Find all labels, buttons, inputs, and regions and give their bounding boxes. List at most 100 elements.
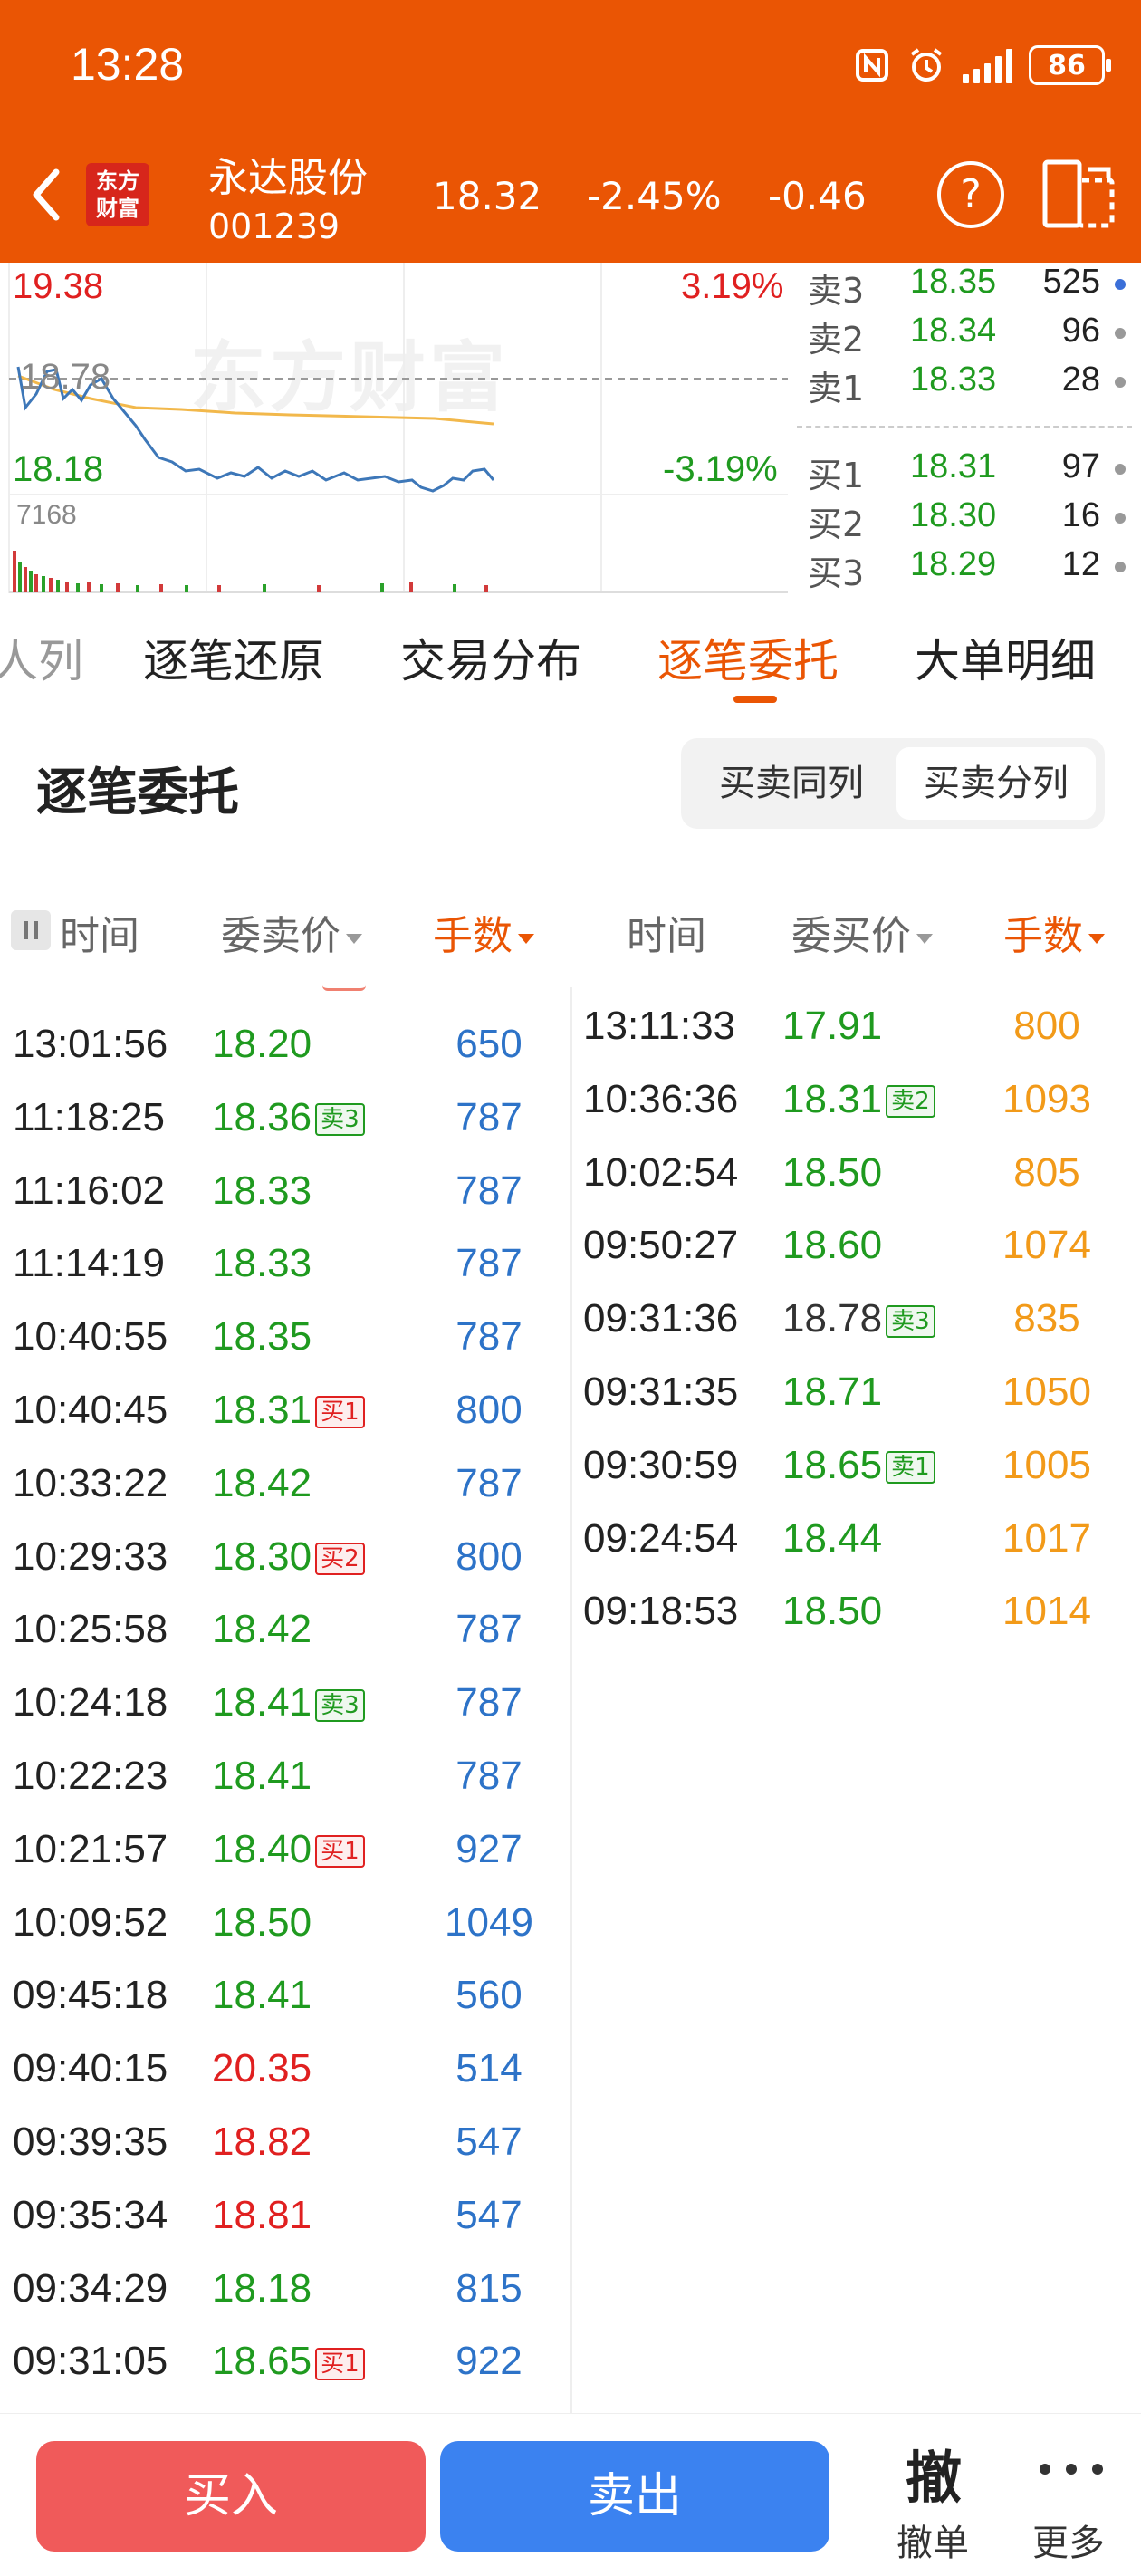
buy-qty-header[interactable]: 手数 (1003, 903, 1105, 961)
signal-icon (963, 47, 1012, 83)
order-time: 09:31:36 (583, 1296, 739, 1341)
sort-down-icon (1088, 933, 1105, 944)
order-row[interactable]: 10:24:18 18.41 卖3 787 (13, 1680, 574, 1753)
help-button[interactable]: ? (937, 161, 1004, 228)
pause-icon[interactable] (11, 910, 51, 950)
order-price-value: 18.71 (782, 1370, 883, 1414)
split-column-button[interactable]: 买卖分列 (896, 747, 1096, 820)
ask-row-1[interactable]: 卖1 18.33 28 (797, 360, 1136, 409)
ask-volume: 525 (1042, 263, 1100, 301)
chart-low-price: 18.18 (13, 449, 104, 489)
sell-button[interactable]: 卖出 (440, 2441, 829, 2552)
volume-dot-icon (1115, 279, 1126, 290)
order-row[interactable]: 10:40:45 18.31 买1 800 (13, 1388, 574, 1460)
more-label[interactable]: 更多 (1032, 2514, 1105, 2566)
order-qty: 815 (455, 2265, 523, 2311)
order-row[interactable]: 09:39:35 18.82 547 (13, 2119, 574, 2192)
order-row[interactable]: 10:36:36 18.31 卖2 1093 (583, 1077, 1141, 1149)
tab-tick-orders[interactable]: 逐笔委托 (657, 625, 839, 690)
order-price-value: 18.41 (212, 1680, 312, 1725)
buy-price-header[interactable]: 委买价 (791, 903, 933, 961)
order-row[interactable]: 09:24:54 18.44 1017 (583, 1516, 1141, 1589)
order-row[interactable]: 09:50:27 18.60 1074 (583, 1223, 1141, 1295)
order-time: 11:14:19 (13, 1241, 166, 1286)
order-price: 18.20 (212, 1022, 312, 1067)
order-row[interactable]: 11:14:19 18.33 787 (13, 1241, 574, 1313)
order-row[interactable]: 11:16:02 18.33 787 (13, 1168, 574, 1241)
order-qty: 787 (455, 1680, 523, 1725)
order-price: 17.91 (782, 1004, 882, 1049)
order-row[interactable]: 10:22:23 18.41 787 (13, 1754, 574, 1826)
brand-logo: 东方 财富 (86, 163, 149, 226)
order-row[interactable]: 09:45:18 18.41 560 (13, 1973, 574, 2045)
order-row[interactable]: 09:40:15 20.35 514 (13, 2046, 574, 2119)
order-book[interactable]: 卖3 18.35 525 卖2 18.34 96 卖1 18.33 28 买1 … (788, 263, 1141, 593)
bid-label: 买3 (808, 553, 865, 593)
bid-row-3[interactable]: 买3 18.29 12 (797, 545, 1136, 593)
order-row[interactable]: 09:30:59 18.65 卖1 1005 (583, 1443, 1141, 1515)
tab-tick-restore[interactable]: 逐笔还原 (143, 625, 324, 690)
order-row[interactable]: 10:21:57 18.40 买1 927 (13, 1827, 574, 1899)
order-time: 10:40:55 (13, 1314, 168, 1360)
order-row[interactable]: 09:34:29 18.18 815 (13, 2266, 574, 2339)
volume-dot-icon (1115, 464, 1126, 475)
ask-row-3[interactable]: 卖3 18.35 525 (797, 263, 1136, 311)
tab-large-orders[interactable]: 大单明细 (915, 625, 1096, 690)
volume-dot-icon (1115, 377, 1126, 388)
sell-price-header[interactable]: 委卖价 (221, 903, 362, 961)
order-price: 18.65 卖1 (782, 1443, 935, 1488)
status-icons: 86 (854, 45, 1111, 85)
order-row[interactable]: 09:31:36 18.78 卖3 835 (583, 1296, 1141, 1369)
bid-row-2[interactable]: 买2 18.30 16 (797, 496, 1136, 544)
ask-row-2[interactable]: 卖2 18.34 96 (797, 312, 1136, 360)
same-column-button[interactable]: 买卖同列 (692, 747, 891, 820)
tab-partial[interactable]: 人列 (0, 625, 83, 690)
order-price-value: 18.18 (212, 2265, 312, 2311)
ask-volume: 28 (1061, 360, 1100, 399)
order-time: 09:50:27 (583, 1223, 739, 1268)
nfc-icon (856, 49, 888, 82)
order-price: 18.33 (212, 1241, 312, 1286)
sell-qty-header[interactable]: 手数 (433, 903, 534, 961)
order-row[interactable]: 13:01:56 18.20 650 (13, 1022, 574, 1094)
order-row[interactable]: 13:11:33 17.91 800 (583, 1004, 1141, 1076)
order-row[interactable]: 10:09:52 18.50 1049 (13, 1900, 574, 1973)
stock-name[interactable]: 永达股份 (208, 145, 368, 203)
order-price: 18.18 (212, 2266, 312, 2312)
order-row[interactable]: 10:33:22 18.42 787 (13, 1461, 574, 1533)
bid-row-1[interactable]: 买1 18.31 97 (797, 447, 1136, 495)
intraday-chart[interactable]: 东方财富 19.38 3.19% 18.78 18.18 -3.19% 7168 (0, 263, 788, 593)
ask-price: 18.35 (910, 263, 997, 301)
order-row[interactable]: 09:31:05 18.65 买1 922 (13, 2339, 574, 2411)
order-time: 10:02:54 (583, 1149, 739, 1195)
order-time: 10:36:36 (583, 1076, 739, 1121)
order-price: 18.42 (212, 1607, 312, 1652)
order-row[interactable]: 09:31:35 18.71 1050 (583, 1370, 1141, 1442)
order-time: 10:22:23 (13, 1754, 168, 1798)
order-price: 18.82 (212, 2119, 312, 2165)
order-row[interactable]: 09:18:53 18.50 1014 (583, 1589, 1141, 1661)
header-bar: 13:28 86 东方 财富 永达股份 001239 18.32 -2.45% … (0, 0, 1141, 263)
stock-code: 001239 (208, 207, 340, 246)
order-row[interactable]: 10:29:33 18.30 买2 800 (13, 1534, 574, 1607)
volume-dot-icon (1115, 513, 1126, 524)
order-row[interactable]: 11:18:25 18.36 卖3 787 (13, 1095, 574, 1168)
order-row[interactable]: 10:40:55 18.35 787 (13, 1314, 574, 1387)
order-price: 18.65 买1 (212, 2339, 365, 2384)
order-time: 09:24:54 (583, 1515, 739, 1561)
order-qty: 787 (455, 1607, 523, 1652)
order-level-badge: 卖3 (886, 1304, 935, 1338)
order-level-badge: 卖3 (315, 1103, 365, 1137)
tab-trade-distribution[interactable]: 交易分布 (400, 625, 581, 690)
order-qty: 1017 (1002, 1515, 1091, 1561)
order-row[interactable]: 10:02:54 18.50 805 (583, 1150, 1141, 1223)
order-row[interactable]: 10:25:58 18.42 787 (13, 1607, 574, 1679)
back-arrow-icon[interactable] (20, 159, 74, 231)
more-dots-icon[interactable] (1040, 2464, 1103, 2475)
order-price-value: 17.91 (782, 1004, 883, 1048)
switch-layout-icon[interactable] (1041, 159, 1116, 229)
cancel-order-label[interactable]: 撤单 (896, 2514, 969, 2566)
cancel-order-icon[interactable]: 撤 (906, 2432, 962, 2514)
order-row[interactable]: 09:35:34 18.81 547 (13, 2193, 574, 2265)
buy-button[interactable]: 买入 (36, 2441, 426, 2552)
